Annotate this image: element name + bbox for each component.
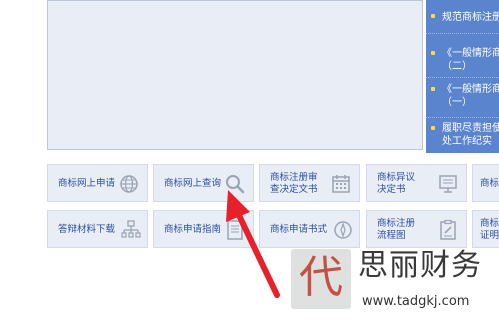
watermark-name: 思丽财务 [358,248,482,283]
watermark-logo-glyph: 代 [299,252,343,303]
watermark-url: www.tadgkj.com [362,294,470,309]
watermark-logo: 代 [291,249,351,309]
